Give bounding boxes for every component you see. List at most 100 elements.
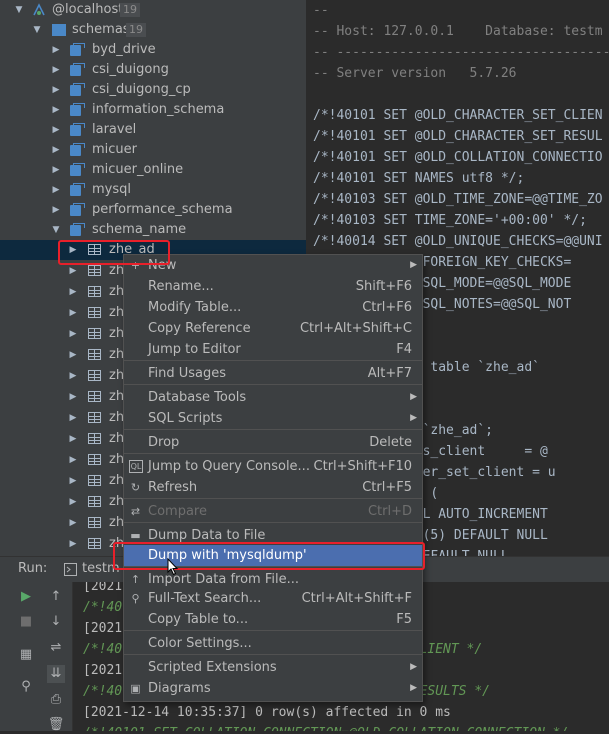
menu-separator (124, 453, 422, 454)
schema-icon (70, 103, 85, 117)
refresh-icon: ↻ (130, 481, 141, 494)
chevron-down-icon[interactable]: ▼ (32, 20, 42, 40)
menu-separator (124, 654, 422, 655)
menu-item-label: Modify Table... (148, 300, 242, 315)
schema-icon (70, 123, 85, 137)
chevron-right-icon[interactable]: ▶ (68, 387, 78, 407)
menu-separator (124, 429, 422, 430)
chevron-right-icon[interactable]: ▶ (68, 408, 78, 428)
chevron-down-icon[interactable]: ▼ (51, 220, 61, 240)
tree-db-schema_name[interactable]: ▼ schema_name (0, 220, 306, 240)
tree-db-csi_duigong[interactable]: ▶ csi_duigong (0, 60, 306, 80)
stop-icon[interactable]: ■ (17, 613, 35, 631)
trash-icon[interactable]: 🗑 (47, 716, 65, 734)
code-line: /*!40101 SET @OLD_CHARACTER_SET_CLIEN (313, 108, 603, 123)
console-tab-icon (64, 563, 77, 576)
chevron-right-icon[interactable]: ▶ (51, 160, 61, 180)
tree-db-performance_schema[interactable]: ▶ performance_schema (0, 200, 306, 220)
table-icon (88, 328, 101, 339)
layout-icon[interactable]: ▦ (17, 646, 35, 664)
chevron-right-icon[interactable]: ▶ (51, 180, 61, 200)
menu-item-find-usages[interactable]: Find Usages Alt+F7 (124, 363, 422, 384)
code-line: /*!40014 SET @OLD_UNIQUE_CHECKS=@@UNI (313, 234, 603, 249)
menu-item-database-tools[interactable]: Database Tools ▶ (124, 387, 422, 408)
chevron-right-icon[interactable]: ▶ (68, 345, 78, 365)
menu-item-label: Rename... (148, 279, 214, 294)
tree-db-label: laravel (92, 122, 137, 137)
tree-db-label: information_schema (92, 102, 225, 117)
chevron-right-icon[interactable]: ▶ (68, 450, 78, 470)
menu-item-label: Refresh (148, 480, 198, 495)
menu-item-jump-to-editor[interactable]: Jump to Editor F4 (124, 339, 422, 360)
submenu-arrow-icon: ▶ (410, 683, 417, 693)
table-icon (88, 349, 101, 360)
schema-icon (70, 63, 85, 77)
tree-db-byd_drive[interactable]: ▶ byd_drive (0, 40, 306, 60)
menu-item-label: Database Tools (148, 390, 247, 405)
menu-item-shortcut: F4 (396, 342, 412, 357)
tree-db-laravel[interactable]: ▶ laravel (0, 120, 306, 140)
chevron-down-icon[interactable]: ▼ (14, 0, 24, 20)
chevron-right-icon[interactable]: ▶ (68, 513, 78, 533)
rerun-icon[interactable]: ▶ (17, 588, 35, 606)
menu-item-copy-table-to[interactable]: Copy Table to... F5 (124, 609, 422, 630)
submenu-arrow-icon: ▶ (410, 260, 417, 270)
table-icon (88, 286, 101, 297)
chevron-right-icon[interactable]: ▶ (68, 303, 78, 323)
menu-item-shortcut: Delete (369, 435, 412, 450)
chevron-right-icon[interactable]: ▶ (51, 140, 61, 160)
table-icon (88, 391, 101, 402)
chevron-right-icon[interactable]: ▶ (68, 534, 78, 554)
tree-db-csi_duigong_cp[interactable]: ▶ csi_duigong_cp (0, 80, 306, 100)
menu-separator (124, 360, 422, 361)
schemas-count-badge: 19 (126, 23, 146, 37)
tree-db-micuer_online[interactable]: ▶ micuer_online (0, 160, 306, 180)
menu-item-rename[interactable]: Rename... Shift+F6 (124, 276, 422, 297)
chevron-right-icon[interactable]: ▶ (68, 492, 78, 512)
tree-root[interactable]: ▼ @localhost 19 (0, 0, 306, 20)
schema-icon (70, 183, 85, 197)
menu-item-full-text-search[interactable]: ⚲ Full-Text Search... Ctrl+Alt+Shift+F (124, 588, 422, 609)
menu-item-color-settings[interactable]: Color Settings... (124, 633, 422, 654)
menu-item-jump-to-query-console[interactable]: QL Jump to Query Console... Ctrl+Shift+F10 (124, 456, 422, 477)
code-line: /*!40103 SET TIME_ZONE='+00:00' */; (313, 213, 587, 228)
tree-db-micuer[interactable]: ▶ micuer (0, 140, 306, 160)
chevron-right-icon[interactable]: ▶ (51, 200, 61, 220)
chevron-right-icon[interactable]: ▶ (68, 282, 78, 302)
chevron-right-icon[interactable]: ▶ (51, 60, 61, 80)
menu-item-label: Jump to Query Console... (148, 459, 310, 474)
context-menu[interactable]: + New ▶ Rename... Shift+F6 Modify Table... Ctr… (123, 254, 423, 702)
chevron-right-icon[interactable]: ▶ (51, 40, 61, 60)
import-icon: ↑ (130, 573, 141, 586)
tree-db-label: csi_duigong (92, 62, 169, 77)
chevron-right-icon[interactable]: ▶ (51, 80, 61, 100)
chevron-right-icon[interactable]: ▶ (68, 366, 78, 386)
print-icon[interactable]: ⎙ (47, 691, 65, 709)
chevron-right-icon[interactable]: ▶ (68, 429, 78, 449)
menu-item-diagrams[interactable]: ▣ Diagrams ▶ (124, 678, 422, 699)
table-icon (88, 412, 101, 423)
menu-item-drop[interactable]: Drop Delete (124, 432, 422, 453)
tree-schemas-node[interactable]: ▼ schemas 19 (0, 20, 306, 40)
menu-item-refresh[interactable]: ↻ Refresh Ctrl+F5 (124, 477, 422, 498)
menu-item-sql-scripts[interactable]: SQL Scripts ▶ (124, 408, 422, 429)
pin-icon[interactable]: ⚲ (17, 678, 35, 696)
scroll-to-end-icon[interactable]: ⇊ (47, 665, 65, 683)
table-icon (88, 307, 101, 318)
menu-item-scripted-extensions[interactable]: Scripted Extensions ▶ (124, 657, 422, 678)
compare-icon: ⇄ (130, 505, 141, 518)
menu-item-label: Copy Table to... (148, 612, 249, 627)
arrow-down-icon[interactable]: ↓ (47, 613, 65, 631)
chevron-right-icon[interactable]: ▶ (68, 324, 78, 344)
arrow-up-icon[interactable]: ↑ (47, 588, 65, 606)
soft-wrap-icon[interactable]: ⇌ (47, 639, 65, 657)
tree-db-information_schema[interactable]: ▶ information_schema (0, 100, 306, 120)
tree-db-mysql[interactable]: ▶ mysql (0, 180, 306, 200)
chevron-right-icon[interactable]: ▶ (51, 120, 61, 140)
chevron-right-icon[interactable]: ▶ (51, 100, 61, 120)
menu-item-copy-reference[interactable]: Copy Reference Ctrl+Alt+Shift+C (124, 318, 422, 339)
tree-db-label: schema_name (92, 222, 187, 237)
menu-item-modify-table[interactable]: Modify Table... Ctrl+F6 (124, 297, 422, 318)
chevron-right-icon[interactable]: ▶ (68, 471, 78, 491)
tree-db-label: byd_drive (92, 42, 156, 57)
